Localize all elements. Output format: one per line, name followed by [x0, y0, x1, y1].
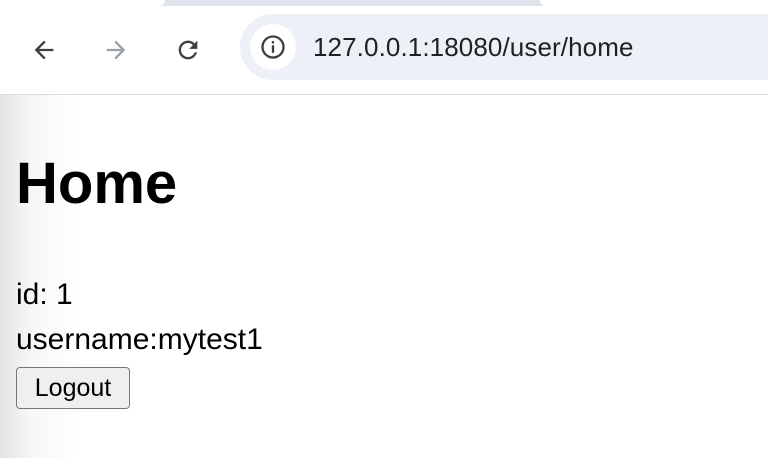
reload-icon — [178, 40, 198, 60]
page-title: Home — [16, 151, 178, 216]
site-info-button[interactable] — [250, 24, 296, 70]
browser-toolbar: 127.0.0.1:18080/user/home — [0, 6, 768, 94]
forward-button[interactable] — [96, 30, 136, 70]
back-button[interactable] — [24, 30, 64, 70]
arrow-left-icon — [34, 40, 54, 60]
page-content: Home id: 1 username:mytest1 Logout — [16, 95, 768, 458]
address-bar[interactable]: 127.0.0.1:18080/user/home — [240, 14, 768, 80]
logout-button[interactable]: Logout — [16, 367, 130, 409]
username-value: mytest1 — [157, 323, 263, 356]
user-id-label: id: — [16, 278, 57, 311]
user-id-value: 1 — [56, 278, 73, 311]
username-line: username:mytest1 — [16, 322, 263, 358]
reload-button[interactable] — [168, 30, 208, 70]
url-text[interactable]: 127.0.0.1:18080/user/home — [313, 32, 634, 62]
arrow-right-icon — [106, 40, 126, 60]
info-icon — [261, 35, 285, 59]
user-id-line: id: 1 — [16, 277, 73, 313]
username-label: username: — [16, 323, 158, 356]
